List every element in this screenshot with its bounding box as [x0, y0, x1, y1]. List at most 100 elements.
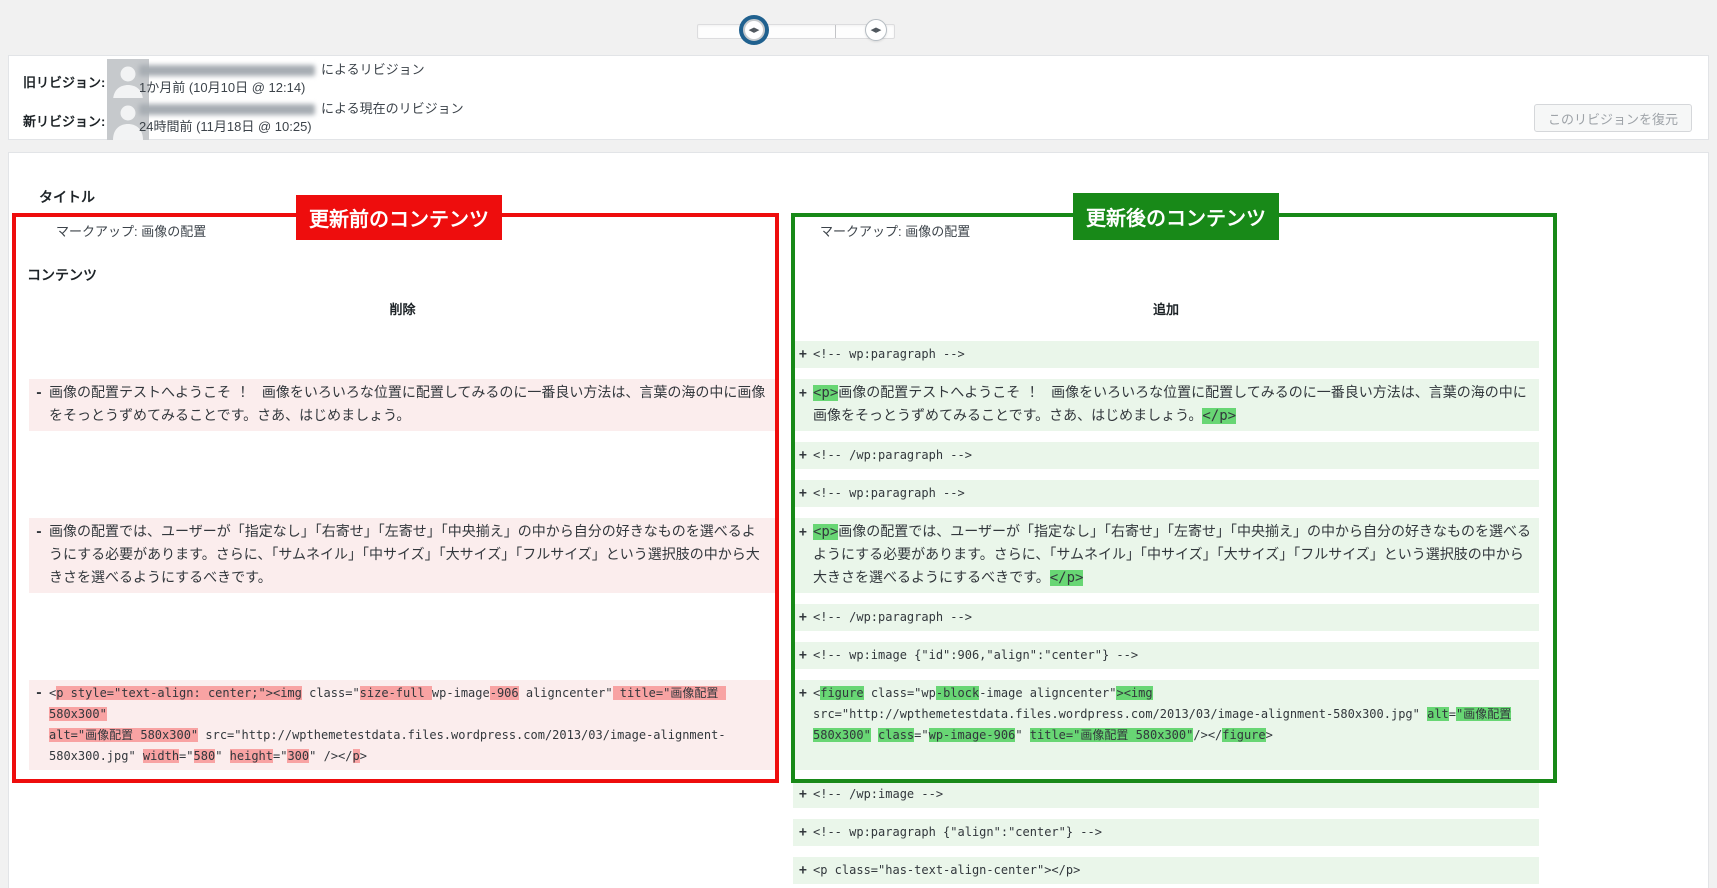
- added-sign: +: [799, 822, 807, 843]
- redacted-author: [139, 65, 315, 76]
- redacted-author: [139, 104, 315, 115]
- diff-rows: +<!-- wp:paragraph -->-画像の配置テストへようこそ ！ 画…: [9, 341, 1708, 884]
- diff-highlight-segment: wp-image-906: [929, 728, 1016, 742]
- diff-line: <!-- /wp:paragraph -->: [813, 607, 1531, 628]
- added-sign: +: [799, 483, 807, 504]
- diff-highlight-segment: <p>: [813, 385, 838, 401]
- diff-text-segment: <!-- wp:paragraph -->: [813, 347, 965, 361]
- diff-text-segment: 画像の配置テストへようこそ ！ 画像をいろいろな位置に配置してみるのに一番良い方…: [813, 385, 1527, 424]
- deleted-diff-cell: [29, 604, 776, 631]
- removed-sign: -: [35, 683, 43, 704]
- diff-line: <p>画像の配置テストへようこそ ！ 画像をいろいろな位置に配置してみるのに一番…: [813, 382, 1531, 428]
- content-section-heading: コンテンツ: [27, 265, 1708, 285]
- diff-text-segment: src="http://wpthemetestdata.files.wordpr…: [198, 728, 725, 742]
- revision-slider[interactable]: ◀▶ ◀▶: [697, 21, 893, 41]
- added-diff-cell: + <!-- wp:paragraph -->: [793, 341, 1539, 368]
- diff-highlight-segment: title="画像配置 580x300": [1030, 728, 1194, 742]
- added-diff-cell: + <figure class="wp-block-image aligncent…: [793, 680, 1539, 770]
- diff-text-segment: <!-- wp:image {"id":906,"align":"center"…: [813, 648, 1138, 662]
- deleted-diff-cell: -画像の配置テストへようこそ ！ 画像をいろいろな位置に配置してみるのに一番良い…: [29, 379, 776, 431]
- title-diff-row: マークアップ: 画像の配置 マークアップ: 画像の配置: [9, 221, 1708, 243]
- deleted-diff-cell: [29, 480, 776, 507]
- diff-highlight-segment: </p>: [1050, 570, 1084, 586]
- added-diff-cell: + <!-- /wp:image -->: [793, 781, 1539, 808]
- diff-text-segment: <!-- /wp:image -->: [813, 787, 943, 801]
- diff-line: 580x300" class="wp-image-906" title="画像配…: [813, 725, 1531, 746]
- added-sign: +: [799, 607, 807, 628]
- slider-handle-to[interactable]: ◀▶: [865, 19, 887, 41]
- diff-text-segment: <!-- wp:paragraph -->: [813, 486, 965, 500]
- diff-text-segment: aligncenter": [519, 686, 613, 700]
- diff-highlight-segment: 580: [194, 749, 216, 763]
- new-revision-byline: による現在のリビジョン: [321, 101, 464, 116]
- diff-card: タイトル マークアップ: 画像の配置 マークアップ: 画像の配置 コンテンツ 削…: [8, 152, 1709, 888]
- diff-text-segment: 画像の配置テストへようこそ ！ 画像をいろいろな位置に配置してみるのに一番良い方…: [49, 385, 765, 424]
- diff-highlight-segment: </p>: [1202, 408, 1236, 424]
- deleted-diff-cell: [29, 857, 776, 884]
- deleted-diff-cell: [29, 781, 776, 808]
- added-diff-cell: + <!-- /wp:paragraph -->: [793, 442, 1539, 469]
- deleted-column-header: 削除: [29, 301, 776, 319]
- diff-line: src="http://wpthemetestdata.files.wordpr…: [813, 704, 1531, 725]
- added-sign: +: [799, 645, 807, 666]
- old-revision-meta: によるリビジョン 1か月前 (10月10日 @ 12:14): [139, 61, 425, 97]
- added-sign: +: [799, 784, 807, 805]
- added-sign: +: [799, 344, 807, 365]
- diff-line: <p>画像の配置では、ユーザーが「指定なし」「右寄せ」「左寄せ」「中央揃え」の中…: [813, 521, 1531, 590]
- added-sign: +: [799, 382, 807, 405]
- diff-highlight-segment: size-full: [360, 686, 432, 700]
- diff-highlight-segment: width: [143, 749, 179, 763]
- deleted-diff-cell: -画像の配置では、ユーザーが「指定なし」「右寄せ」「左寄せ」「中央揃え」の中から…: [29, 518, 776, 593]
- diff-text-segment: =": [273, 749, 287, 763]
- new-revision-label: 新リビジョン:: [23, 111, 105, 130]
- diff-highlight-segment: height: [230, 749, 273, 763]
- added-column-header: 追加: [793, 301, 1539, 319]
- diff-text-segment: src="http://wpthemetestdata.files.wordpr…: [813, 707, 1427, 721]
- added-diff-cell: +<p>画像の配置では、ユーザーが「指定なし」「右寄せ」「左寄せ」「中央揃え」の…: [793, 518, 1539, 593]
- diff-line: 580x300.jpg" width="580" height="300" />…: [49, 746, 768, 767]
- old-revision-byline: によるリビジョン: [321, 62, 425, 77]
- diff-line: <!-- /wp:image -->: [813, 784, 1531, 805]
- diff-text-segment: 画像の配置では、ユーザーが「指定なし」「右寄せ」「左寄せ」「中央揃え」の中から自…: [49, 524, 760, 586]
- title-new-value: マークアップ: 画像の配置: [793, 221, 1539, 243]
- diff-text-segment: " /></: [309, 749, 352, 763]
- diff-text-segment: 画像の配置では、ユーザーが「指定なし」「右寄せ」「左寄せ」「中央揃え」の中から自…: [813, 524, 1531, 586]
- diff-line: <figure class="wp-block-image aligncente…: [813, 683, 1531, 704]
- diff-column-headers: 削除 追加: [9, 301, 1708, 319]
- diff-text-segment: -image aligncenter": [979, 686, 1116, 700]
- diff-text-segment: <!-- /wp:paragraph -->: [813, 448, 972, 462]
- diff-highlight-segment: 580x300": [813, 728, 871, 742]
- diff-text-segment: ": [1015, 728, 1029, 742]
- left-right-arrows-icon: ◀▶: [749, 27, 760, 34]
- diff-line: 画像の配置テストへようこそ ！ 画像をいろいろな位置に配置してみるのに一番良い方…: [49, 382, 768, 428]
- diff-text-segment: class=": [302, 686, 360, 700]
- diff-highlight-segment: -906: [490, 686, 519, 700]
- diff-highlight-segment: p style="text-align: center;"><img: [56, 686, 302, 700]
- diff-text-segment: =: [1449, 707, 1456, 721]
- diff-line: <!-- wp:image {"id":906,"align":"center"…: [813, 645, 1531, 666]
- diff-text-segment: =": [179, 749, 193, 763]
- title-section-heading: タイトル: [39, 187, 1708, 207]
- diff-highlight-segment: <p>: [813, 524, 838, 540]
- diff-line: <!-- wp:paragraph -->: [813, 344, 1531, 365]
- added-sign: +: [799, 683, 807, 704]
- title-old-value: マークアップ: 画像の配置: [29, 221, 776, 243]
- new-revision-time: 24時間前 (11月18日 @ 10:25): [139, 118, 464, 136]
- diff-highlight-segment: ><img: [1116, 686, 1152, 700]
- added-diff-cell: +<p class="has-text-align-center"></p>: [793, 857, 1539, 884]
- diff-text-segment: wp-image: [432, 686, 490, 700]
- deleted-diff-cell: [29, 341, 776, 368]
- added-diff-cell: + <!-- wp:paragraph {"align":"center"} --…: [793, 819, 1539, 846]
- slider-handle-from[interactable]: ◀▶: [743, 19, 765, 41]
- diff-highlight-segment: figure: [1222, 728, 1265, 742]
- old-revision-row: 旧リビジョン: によるリビジョン 1か月前 (10月10日 @ 12:14): [9, 59, 1708, 101]
- restore-revision-button[interactable]: このリビジョンを復元: [1534, 104, 1692, 132]
- diff-line: <!-- wp:paragraph {"align":"center"} -->: [813, 822, 1531, 843]
- new-revision-row: 新リビジョン: による現在のリビジョン 24時間前 (11月18日 @ 10:2…: [9, 98, 1708, 140]
- diff-text-segment: >: [360, 749, 367, 763]
- added-sign: +: [799, 445, 807, 466]
- left-right-arrows-icon: ◀▶: [871, 27, 882, 34]
- diff-highlight-segment: -block: [936, 686, 979, 700]
- diff-text-segment: class="wp: [864, 686, 936, 700]
- old-revision-time: 1か月前 (10月10日 @ 12:14): [139, 79, 425, 97]
